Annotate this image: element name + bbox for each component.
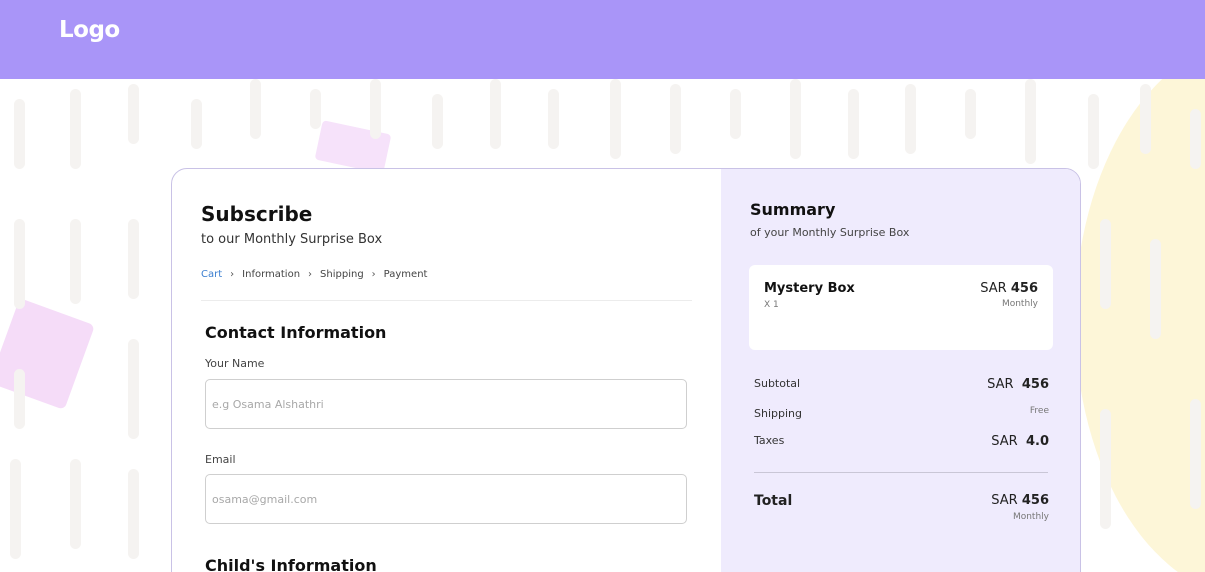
decorative-stroke [548,89,559,149]
decorative-stroke [1150,239,1161,339]
page-title: Subscribe [201,202,313,226]
total-amount: 456 [1021,493,1049,508]
chevron-right-icon: › [230,269,235,280]
item-name: Mystery Box [764,281,855,296]
chevron-right-icon: › [308,269,313,280]
subtotal-currency: SAR [987,377,1014,392]
item-price: SAR 456 [980,281,1038,296]
subtotal-amount: 456 [1021,377,1049,392]
subtotal-value: SAR 456 [987,377,1049,392]
item-price-value: 456 [1010,281,1038,296]
decorative-stroke [14,219,25,309]
total-billing-period: Monthly [1012,512,1049,522]
summary-subtitle: of your Monthly Surprise Box [750,226,910,239]
decorative-stroke [670,84,681,154]
taxes-label: Taxes [754,434,785,447]
decorative-stroke [128,219,139,299]
decorative-stroke [1140,84,1151,154]
breadcrumb-shipping[interactable]: Shipping [320,269,364,280]
logo[interactable]: Logo [59,17,120,43]
decorative-stroke [1100,219,1111,309]
decorative-stroke [14,99,25,169]
decorative-stroke [128,469,139,559]
decorative-stroke [70,219,81,304]
decorative-stroke [250,79,261,139]
decorative-stroke [128,84,139,144]
name-label: Your Name [205,357,265,370]
decorative-stroke [432,94,443,149]
decorative-stroke [490,79,501,149]
breadcrumb: Cart › Information › Shipping › Payment [201,269,427,280]
contact-section-title: Contact Information [205,323,387,342]
decorative-stroke [1190,109,1201,169]
breadcrumb-information[interactable]: Information [242,269,300,280]
section-divider [201,300,692,301]
decorative-stroke [310,89,321,129]
decorative-stroke [610,79,621,159]
page-subtitle: to our Monthly Surprise Box [201,232,383,247]
decorative-stroke [14,369,25,429]
decorative-stroke [70,459,81,549]
shipping-value: Free [1029,406,1049,416]
summary-divider [754,472,1048,473]
email-label: Email [205,453,236,466]
decorative-stroke [965,89,976,139]
cart-item-card: Mystery Box X 1 SAR 456 Monthly [749,265,1053,350]
breadcrumb-payment[interactable]: Payment [384,269,428,280]
taxes-value: SAR 4.0 [991,434,1049,449]
breadcrumb-cart[interactable]: Cart [201,269,222,280]
decorative-stroke [191,99,202,149]
summary-title: Summary [750,200,836,219]
child-section-title: Child's Information [205,556,377,572]
decorative-stroke [1190,399,1201,509]
decorative-stroke [730,89,741,139]
decorative-stroke [905,84,916,154]
item-billing-period: Monthly [1001,299,1038,309]
decorative-stroke [1100,409,1111,529]
decorative-stroke [848,89,859,159]
email-input[interactable] [205,474,687,524]
decorative-stroke [128,339,139,439]
subtotal-label: Subtotal [754,377,801,390]
decorative-stroke [1025,79,1036,164]
checkout-card: Subscribe to our Monthly Surprise Box Ca… [171,168,1081,572]
name-input[interactable] [205,379,687,429]
total-currency: SAR [991,493,1018,508]
taxes-currency: SAR [991,434,1018,449]
chevron-right-icon: › [371,269,376,280]
decorative-stroke [10,459,21,559]
decorative-stroke [1088,94,1099,169]
shipping-label: Shipping [754,407,802,420]
taxes-amount: 4.0 [1025,434,1049,449]
decorative-stroke [790,79,801,159]
order-summary-panel: Summary of your Monthly Surprise Box Mys… [721,169,1080,572]
decorative-stroke [370,79,381,139]
total-value: SAR 456 [991,493,1049,508]
item-currency: SAR [980,281,1007,296]
total-label: Total [754,493,793,509]
item-quantity: X 1 [764,300,779,310]
decorative-stroke [70,89,81,169]
top-header: Logo [0,0,1205,79]
